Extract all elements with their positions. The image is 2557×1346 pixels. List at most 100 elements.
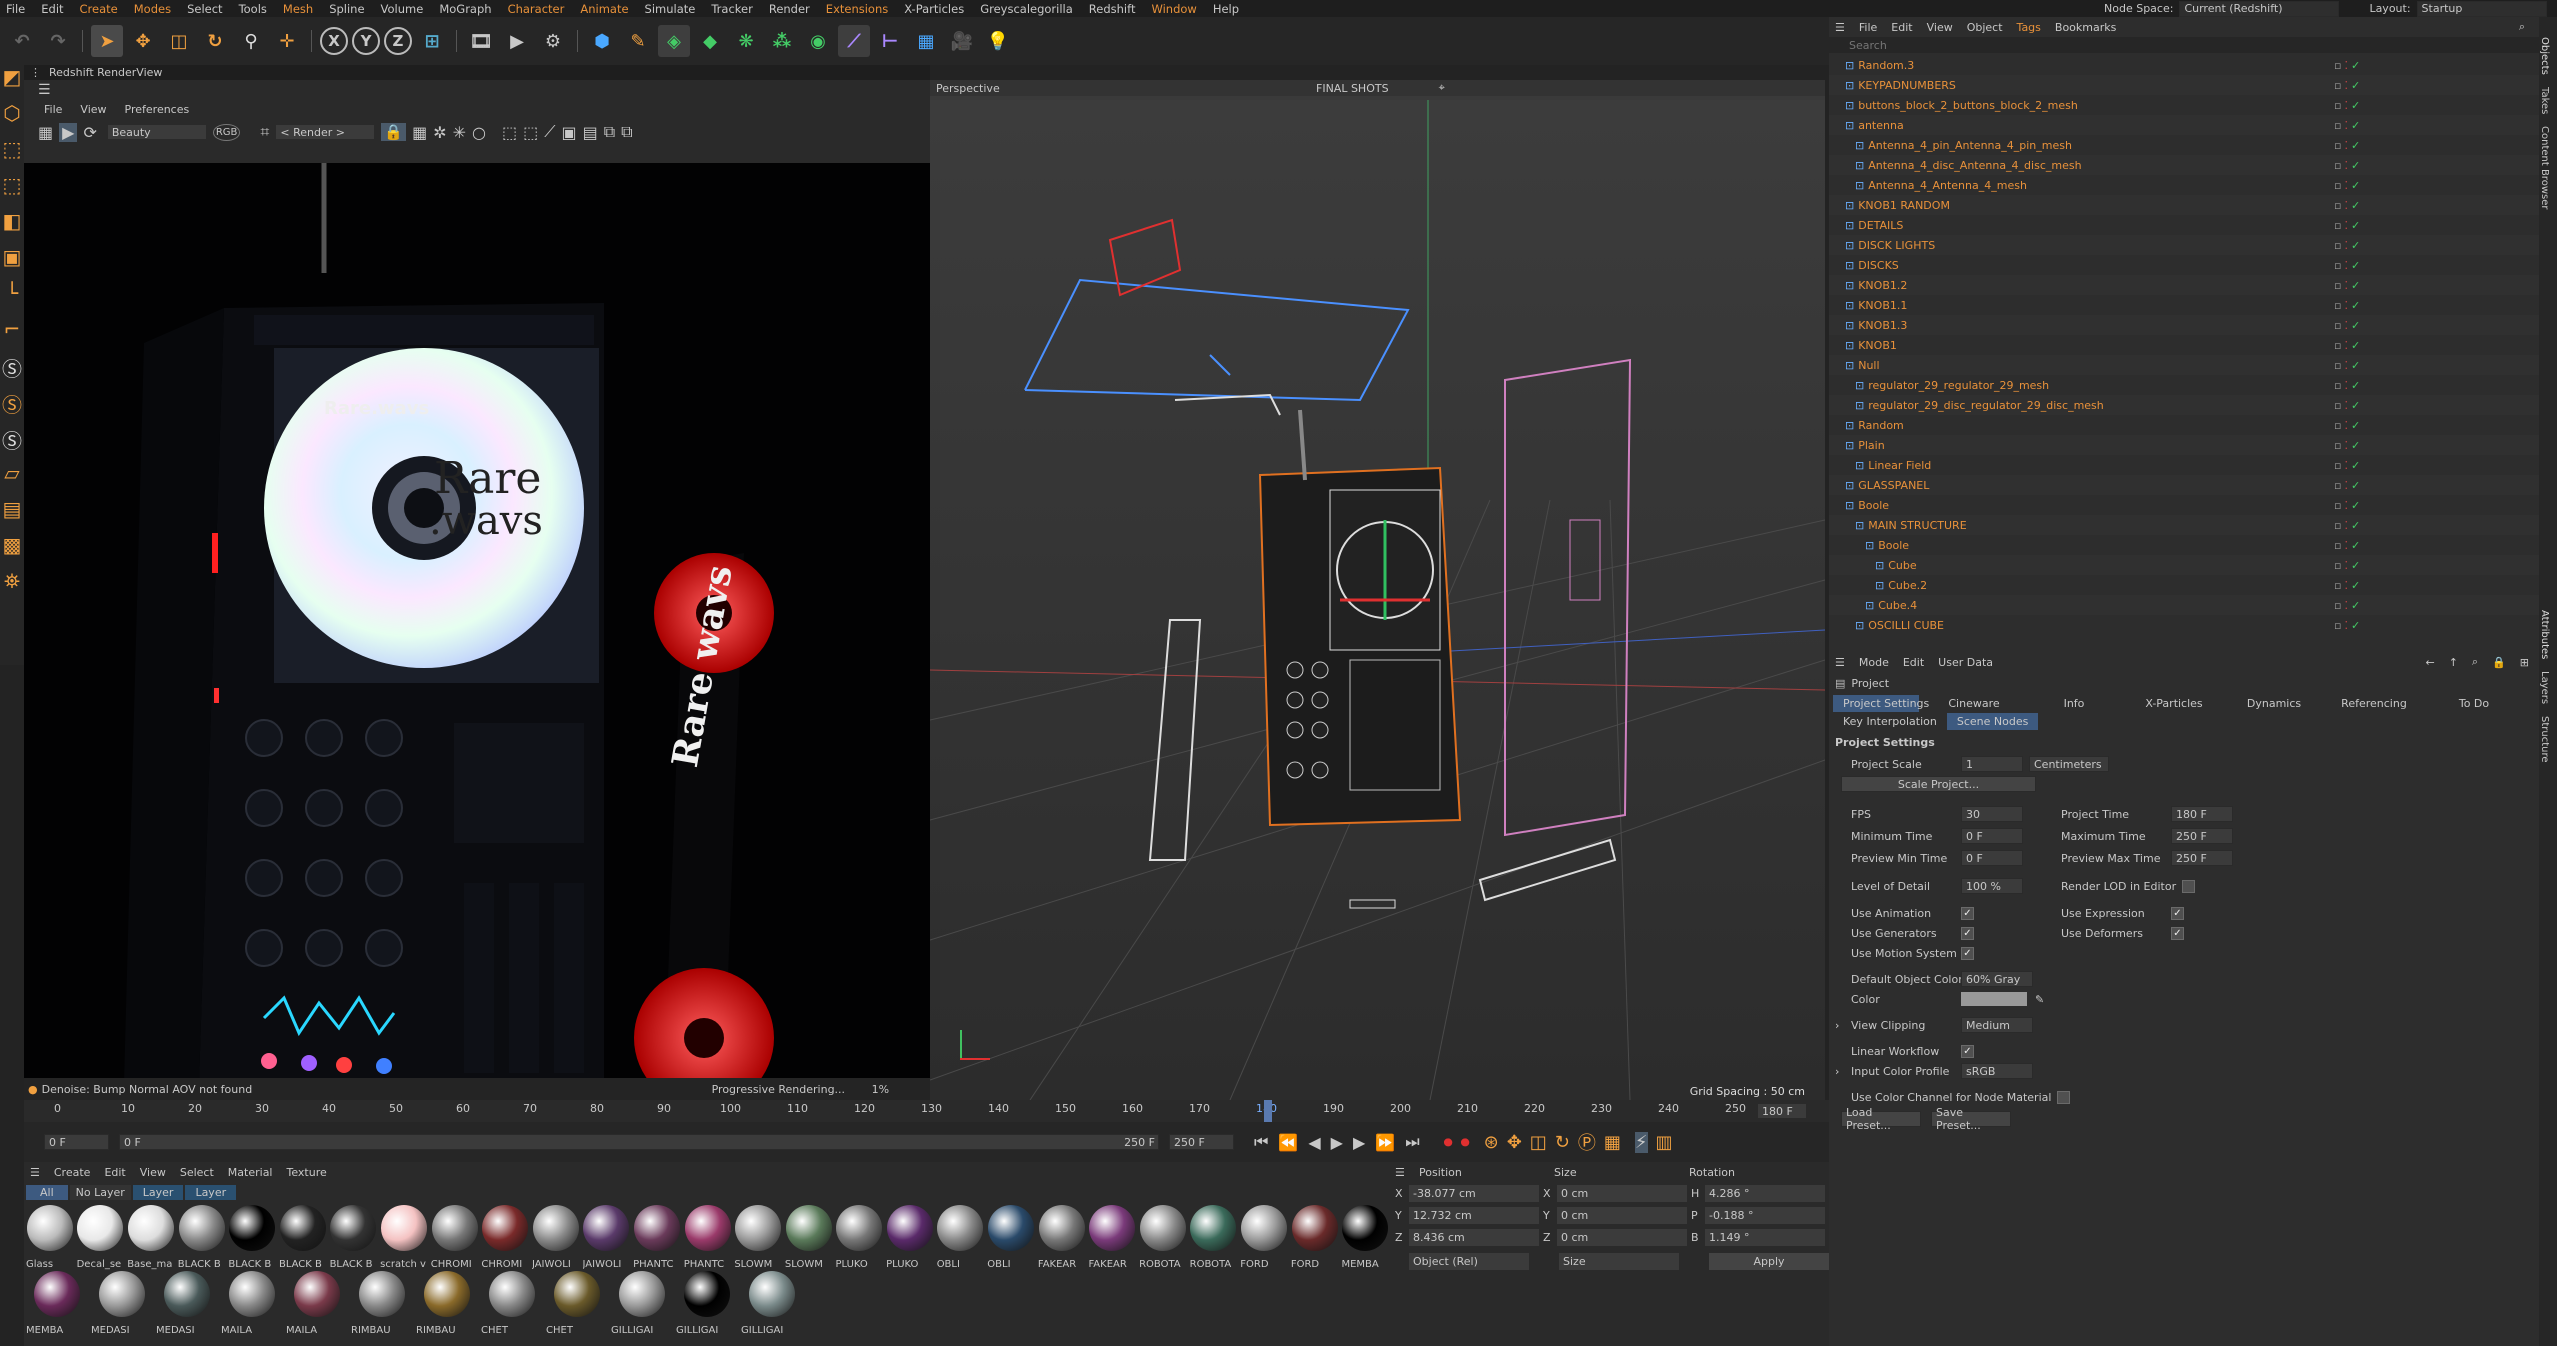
material-swatch[interactable]: MEDASI xyxy=(156,1270,218,1336)
hamburger-icon[interactable]: ☰ xyxy=(30,1166,40,1179)
enabled-check-icon[interactable]: ✓ xyxy=(2351,519,2360,532)
layer-icon[interactable]: ▫ xyxy=(2334,599,2341,612)
visibility-dots-icon[interactable]: ⁚ xyxy=(2344,279,2348,292)
filter-icon[interactable]: ⊞ xyxy=(2520,656,2529,669)
visibility-dots-icon[interactable]: ⁚ xyxy=(2344,359,2348,372)
enabled-check-icon[interactable]: ✓ xyxy=(2351,139,2360,152)
tab-key-interpolation[interactable]: Key Interpolation xyxy=(1833,713,1947,730)
playhead[interactable] xyxy=(1264,1100,1272,1122)
object-row[interactable]: ⊡ GLASSPANEL ▫ ⁚ ✓ xyxy=(1829,475,2539,495)
add-icon[interactable]: ✛ xyxy=(271,25,303,57)
save-preset-button[interactable]: Save Preset... xyxy=(1931,1106,2011,1132)
objects-search-input[interactable] xyxy=(1849,38,2449,52)
tab-takes[interactable]: Takes xyxy=(2539,87,2550,114)
max-time-field[interactable]: 250 F xyxy=(2171,828,2233,844)
filter-no-layer[interactable]: No Layer xyxy=(69,1184,131,1200)
next-key-icon[interactable]: ⏩ xyxy=(1375,1133,1395,1152)
visibility-dots-icon[interactable]: ⁚ xyxy=(2344,499,2348,512)
layer-icon[interactable]: ▫ xyxy=(2334,339,2341,352)
menu-redshift[interactable]: Redshift xyxy=(1089,2,1136,16)
layer-icon[interactable]: ▫ xyxy=(2334,279,2341,292)
layer-icon[interactable]: ▫ xyxy=(2334,479,2341,492)
object-visibility[interactable]: ▫ ⁚ ✓ xyxy=(2334,79,2360,92)
material-swatch[interactable]: Decal_se xyxy=(77,1204,125,1270)
project-scale-unit[interactable]: Centimeters xyxy=(2029,756,2109,772)
node-material-checkbox[interactable] xyxy=(2057,1090,2071,1104)
enabled-check-icon[interactable]: ✓ xyxy=(2351,299,2360,312)
size-x-field[interactable]: 0 cm xyxy=(1557,1184,1687,1202)
menu-select[interactable]: Select xyxy=(187,2,222,16)
object-row[interactable]: ⊡ Boole ▫ ⁚ ✓ xyxy=(1829,535,2539,555)
obj-menu-tags[interactable]: Tags xyxy=(2017,21,2041,34)
end-frame-field[interactable]: 250 F xyxy=(1169,1134,1234,1150)
object-visibility[interactable]: ▫ ⁚ ✓ xyxy=(2334,399,2360,412)
material-swatch[interactable]: MAILA xyxy=(286,1270,348,1336)
visibility-dots-icon[interactable]: ⁚ xyxy=(2344,439,2348,452)
object-visibility[interactable]: ▫ ⁚ ✓ xyxy=(2334,279,2360,292)
recent-tools-icon[interactable]: ⚲ xyxy=(235,25,267,57)
object-visibility[interactable]: ▫ ⁚ ✓ xyxy=(2334,379,2360,392)
object-name[interactable]: DISCK LIGHTS xyxy=(1858,239,1935,252)
preview-start-field[interactable]: 0 F xyxy=(119,1134,1159,1150)
crop-icon[interactable]: ⌗ xyxy=(260,122,269,142)
visibility-dots-icon[interactable]: ⁚ xyxy=(2344,259,2348,272)
object-row[interactable]: ⊡ Linear Field ▫ ⁚ ✓ xyxy=(1829,455,2539,475)
object-name[interactable]: MAIN STRUCTURE xyxy=(1868,519,1966,532)
size-y-field[interactable]: 0 cm xyxy=(1557,1206,1687,1224)
prev-frame-icon[interactable]: ◀ xyxy=(1308,1133,1320,1152)
timeline-ruler[interactable]: 0 10 20 30 40 50 60 70 80 90 100 110 120… xyxy=(24,1100,1829,1122)
enabled-check-icon[interactable]: ✓ xyxy=(2351,459,2360,472)
default-color-dropdown[interactable]: 60% Gray xyxy=(1961,971,2033,987)
scale-project-button[interactable]: Scale Project... xyxy=(1841,776,2036,792)
cube-icon[interactable]: ⬢ xyxy=(586,25,618,57)
nav-back-icon[interactable]: ← xyxy=(2425,656,2434,669)
undo-icon[interactable]: ↶ xyxy=(6,25,38,57)
apply-button[interactable]: Apply xyxy=(1709,1252,1829,1270)
mat-menu-material[interactable]: Material xyxy=(228,1166,273,1179)
circle-icon[interactable]: ○ xyxy=(472,123,486,142)
visibility-dots-icon[interactable]: ⁚ xyxy=(2344,79,2348,92)
enabled-check-icon[interactable]: ✓ xyxy=(2351,399,2360,412)
object-row[interactable]: ⊡ KNOB1 ▫ ⁚ ✓ xyxy=(1829,335,2539,355)
material-swatch[interactable]: ROBOTA xyxy=(1139,1204,1187,1270)
material-swatch[interactable]: MAILA xyxy=(221,1270,283,1336)
object-visibility[interactable]: ▫ ⁚ ✓ xyxy=(2334,119,2360,132)
object-visibility[interactable]: ▫ ⁚ ✓ xyxy=(2334,179,2360,192)
key-param-icon[interactable]: Ⓟ xyxy=(1578,1129,1596,1155)
material-swatch[interactable]: RIMBAU xyxy=(351,1270,413,1336)
obj-menu-bookmarks[interactable]: Bookmarks xyxy=(2055,21,2116,34)
object-row[interactable]: ⊡ Cube.2 ▫ ⁚ ✓ xyxy=(1829,575,2539,595)
object-row[interactable]: ⊡ Null ▫ ⁚ ✓ xyxy=(1829,355,2539,375)
object-name[interactable]: Random.3 xyxy=(1858,59,1914,72)
rv-menu-preferences[interactable]: Preferences xyxy=(125,103,190,116)
attr-menu-edit[interactable]: Edit xyxy=(1903,656,1924,669)
coord-mode-dropdown[interactable]: Object (Rel) xyxy=(1409,1252,1529,1270)
enabled-check-icon[interactable]: ✓ xyxy=(2351,439,2360,452)
viewport-panel[interactable]: Perspective FINAL SHOTS ⌖ Grid Spacing:… xyxy=(930,80,1825,1100)
x-axis-toggle[interactable]: X xyxy=(320,27,348,55)
visibility-dots-icon[interactable]: ⁚ xyxy=(2344,59,2348,72)
material-swatch[interactable]: BLACK B xyxy=(228,1204,276,1270)
visibility-dots-icon[interactable]: ⁚ xyxy=(2344,339,2348,352)
object-row[interactable]: ⊡ antenna ▫ ⁚ ✓ xyxy=(1829,115,2539,135)
layout-dropdown[interactable]: Startup xyxy=(2416,0,2547,17)
tab-scene-nodes[interactable]: Scene Nodes xyxy=(1946,712,2039,730)
render-image[interactable]: Rare.wavs Rare .wavs Rare wavs xyxy=(24,163,930,1078)
key-scale-icon[interactable]: ◫ xyxy=(1530,1132,1547,1153)
material-swatch[interactable]: GILLIGAI xyxy=(741,1270,803,1336)
tab-layers[interactable]: Layers xyxy=(2539,671,2550,704)
object-name[interactable]: antenna xyxy=(1858,119,1903,132)
visibility-dots-icon[interactable]: ⁚ xyxy=(2344,579,2348,592)
tab-project-settings[interactable]: Project Settings xyxy=(1833,694,1929,712)
visibility-dots-icon[interactable]: ⁚ xyxy=(2344,179,2348,192)
object-name[interactable]: Random xyxy=(1858,419,1904,432)
object-name[interactable]: Boole xyxy=(1858,499,1889,512)
obj-menu-object[interactable]: Object xyxy=(1967,21,2003,34)
search-icon[interactable]: ⌕ xyxy=(2472,655,2478,669)
enabled-check-icon[interactable]: ✓ xyxy=(2351,479,2360,492)
material-swatch[interactable]: BLACK B xyxy=(279,1204,327,1270)
menu-modes[interactable]: Modes xyxy=(134,2,171,16)
load-preset-button[interactable]: Load Preset... xyxy=(1841,1106,1921,1132)
rotation-b-field[interactable]: 1.149 ° xyxy=(1705,1228,1825,1246)
object-row[interactable]: ⊡ KNOB1.3 ▫ ⁚ ✓ xyxy=(1829,315,2539,335)
